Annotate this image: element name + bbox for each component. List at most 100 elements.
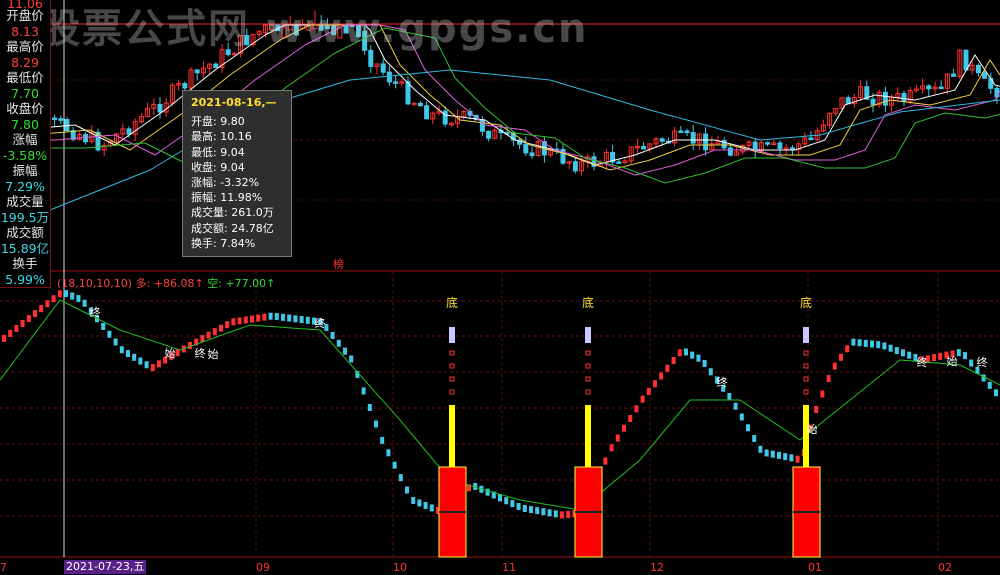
indicator-bar — [820, 390, 825, 398]
bottom-signal-label: 底 — [582, 295, 594, 310]
indicator-bar — [770, 450, 775, 458]
indicator-bar — [374, 420, 378, 428]
indicator-bar — [206, 331, 211, 339]
start-marker: 始 — [947, 354, 958, 368]
indicator-bar — [57, 290, 62, 298]
indicator-bar — [256, 314, 261, 322]
indicator-bar — [287, 314, 292, 322]
candle-body — [523, 143, 529, 154]
candle-body — [424, 105, 430, 120]
indicator-bar — [299, 316, 304, 324]
tooltip-value: 261.0万 — [231, 206, 274, 220]
signal-dot — [585, 350, 591, 356]
indicator-bar — [870, 340, 874, 348]
candle-body — [951, 73, 957, 77]
bottom-signal-label: 底 — [800, 295, 812, 310]
candle-body — [901, 93, 907, 102]
signal-dot — [449, 376, 455, 382]
signal-dot — [585, 389, 591, 395]
indicator-bar — [26, 315, 31, 323]
indicator-bar — [45, 300, 50, 308]
indicator-bar — [70, 292, 75, 300]
x-axis-label: 10 — [393, 561, 407, 574]
indicator-bar — [392, 461, 397, 469]
x-axis-label: 09 — [256, 561, 270, 574]
tooltip-label: 换手: — [191, 236, 221, 250]
indicator-bar — [386, 449, 391, 457]
bang-marker: 榜 — [333, 258, 344, 271]
start-marker: 始 — [807, 422, 818, 436]
indicator-bar — [237, 317, 242, 325]
indicator-bar — [733, 402, 738, 410]
candle-body — [678, 130, 684, 134]
indicator-bar — [107, 330, 112, 338]
candle-body — [442, 110, 448, 125]
candle-body — [52, 117, 58, 121]
indicator-bar — [727, 393, 732, 401]
candle-body — [659, 138, 665, 142]
side-label: 最高价 — [6, 39, 44, 54]
indicator-bar — [969, 359, 974, 367]
start-marker: 始 — [165, 346, 176, 360]
indicator-bar — [231, 318, 236, 326]
tooltip-value: 9.80 — [220, 115, 245, 129]
candle-body — [58, 118, 64, 121]
indicator-bar — [293, 315, 298, 323]
indicator-bar — [541, 508, 546, 516]
bear-label: 空: — [207, 277, 226, 290]
signal-top-block — [449, 327, 455, 343]
indicator-bar — [622, 424, 626, 432]
indicator-bar — [498, 494, 502, 502]
signal-dot — [803, 389, 809, 395]
signal-yellow-bar — [803, 405, 809, 467]
indicator-bar — [882, 342, 887, 350]
indicator-bar — [225, 321, 230, 329]
signal-dot — [449, 363, 455, 369]
indicator-bar — [777, 451, 781, 459]
signal-top-block — [803, 327, 809, 343]
candle-body — [690, 132, 696, 144]
x-axis-label: 12 — [650, 561, 664, 574]
indicator-bar — [14, 324, 19, 332]
signal-dot — [803, 376, 809, 382]
bull-arrow: ↑ — [194, 277, 204, 290]
side-value: 5.99% — [5, 271, 45, 287]
candle-body — [641, 145, 647, 150]
indicator-bar — [653, 380, 657, 388]
indicator-bar — [746, 424, 750, 432]
tooltip-label: 成交额: — [191, 221, 232, 235]
tooltip-value: 10.16 — [220, 130, 252, 144]
indicator-bar — [429, 504, 434, 512]
candle-body — [393, 81, 399, 84]
indicator-bar — [901, 349, 905, 357]
side-label: 换手 — [12, 256, 38, 271]
candle-body — [213, 63, 219, 68]
indicator-bar — [212, 328, 217, 336]
indicator-bar — [405, 486, 409, 494]
indicator-bar — [553, 510, 558, 518]
side-value: 7.29% — [5, 178, 45, 194]
candle-body — [938, 86, 944, 90]
side-label: 振幅 — [12, 163, 38, 178]
indicator-bar — [783, 453, 788, 461]
candle-body — [572, 161, 578, 172]
indicator-bar — [336, 339, 341, 347]
tooltip-row: 最低: 9.04 — [191, 145, 283, 160]
candle-body — [845, 97, 851, 105]
indicator-bar — [863, 339, 868, 347]
indicator-bar — [380, 436, 385, 444]
tooltip-row: 开盘: 9.80 — [191, 114, 283, 129]
side-value: 199.5万 — [0, 209, 50, 225]
tooltip-row: 振幅: 11.98% — [191, 190, 283, 205]
tooltip-row: 最高: 10.16 — [191, 129, 283, 144]
indicator-bar — [76, 295, 81, 303]
tooltip-label: 收盘: — [191, 160, 221, 174]
side-label: 成交量 — [6, 194, 44, 209]
candle-tooltip: 2021-08-16,— 开盘: 9.80 最高: 10.16 最低: 9.04 收盘… — [182, 90, 292, 257]
indicator-bar — [814, 406, 819, 413]
indicator-bar — [795, 455, 800, 463]
indicator-bar — [845, 345, 850, 353]
indicator-bar — [113, 338, 118, 346]
side-value: 8.13 — [11, 23, 39, 39]
signal-dot — [585, 376, 591, 382]
